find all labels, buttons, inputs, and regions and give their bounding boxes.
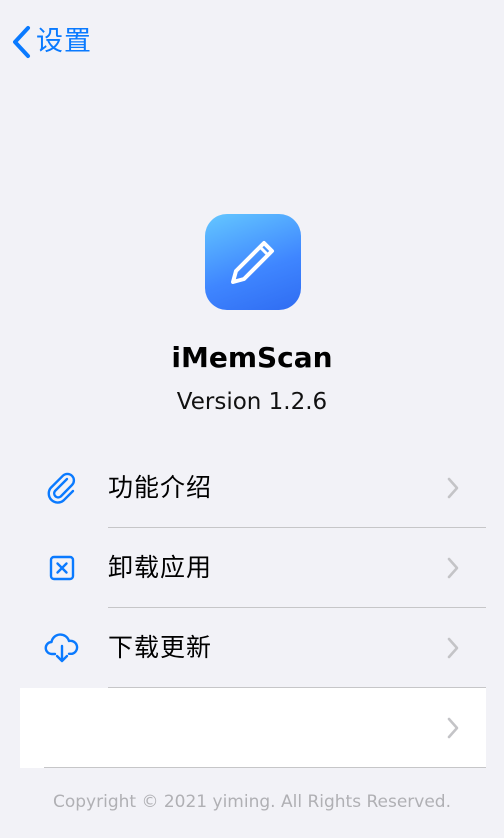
back-button[interactable]: 设置 xyxy=(10,24,92,60)
menu-item-label: 功能介绍 xyxy=(108,473,213,502)
separator xyxy=(44,767,486,768)
menu-item-uninstall-app[interactable]: 卸载应用 xyxy=(20,528,486,608)
menu-item-label: 卸载应用 xyxy=(108,553,213,582)
app-name: iMemScan xyxy=(171,341,333,374)
menu-item-label: 下载更新 xyxy=(108,633,213,662)
paperclip-icon xyxy=(44,470,80,506)
chevron-right-icon xyxy=(447,477,459,499)
back-button-label: 设置 xyxy=(36,26,92,57)
chevron-left-icon xyxy=(13,26,30,58)
app-version: Version 1.2.6 xyxy=(176,389,328,415)
menu-item-empty[interactable] xyxy=(20,688,486,768)
chevron-right-icon xyxy=(447,717,459,739)
settings-menu: 功能介绍 卸载应用 下载更新 xyxy=(20,448,486,768)
menu-item-feature-intro[interactable]: 功能介绍 xyxy=(20,448,486,528)
chevron-right-icon xyxy=(447,637,459,659)
menu-item-download-update[interactable]: 下载更新 xyxy=(20,608,486,688)
navigation-bar: 设置 xyxy=(0,0,504,84)
app-icon xyxy=(205,214,301,310)
chevron-right-icon xyxy=(447,557,459,579)
copyright-text: Copyright © 2021 yiming. All Rights Rese… xyxy=(52,792,451,812)
cloud-download-icon xyxy=(44,630,80,666)
xmark-square-icon xyxy=(44,550,80,586)
pencil-icon xyxy=(231,241,274,284)
